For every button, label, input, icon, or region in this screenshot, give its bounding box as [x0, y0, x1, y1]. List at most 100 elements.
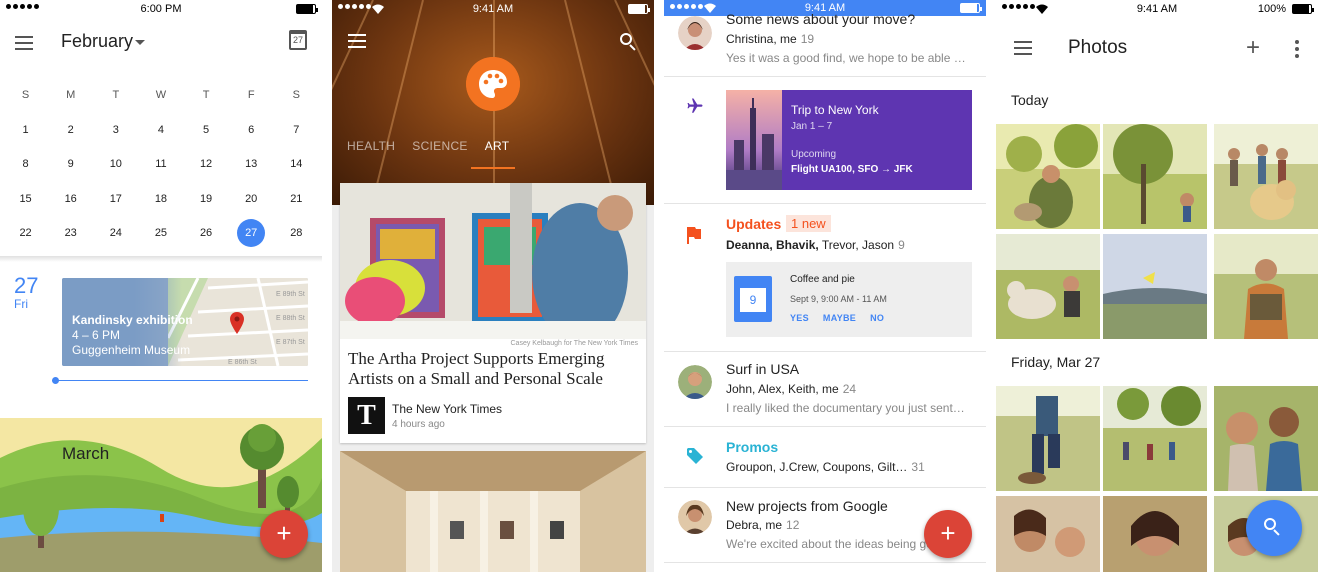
day-cell[interactable]: 6 — [229, 124, 274, 136]
map-street-label: E 88th St — [276, 315, 305, 322]
article-source[interactable]: The New York Times — [392, 402, 502, 416]
active-tab-indicator — [471, 167, 515, 169]
day-cell[interactable]: 13 — [229, 158, 274, 170]
battery-icon — [1292, 4, 1314, 14]
day-cell-selected[interactable]: 27 — [229, 219, 274, 248]
wifi-icon — [704, 3, 716, 13]
day-cell[interactable]: 24 — [93, 227, 138, 239]
photo-thumbnail[interactable] — [1214, 124, 1318, 229]
day-cell[interactable]: 11 — [138, 158, 183, 170]
day-cell[interactable]: 23 — [48, 227, 93, 239]
section-label: Today — [1011, 92, 1049, 108]
article-card[interactable]: Casey Kelbaugh for The New York Times Th… — [340, 183, 646, 443]
photo-thumbnail[interactable] — [996, 386, 1100, 491]
day-cell[interactable]: 25 — [138, 227, 183, 239]
day-cell[interactable]: 9 — [48, 158, 93, 170]
avatar — [678, 500, 712, 534]
thread-snippet: Yes it was a good find, we hope to be ab… — [726, 51, 966, 65]
selected-day-label: 27 — [237, 219, 266, 248]
photo-thumbnail[interactable] — [996, 496, 1100, 572]
trip-details: Trip to New York Jan 1 – 7 Upcoming Flig… — [791, 103, 913, 175]
caret-down-icon[interactable] — [135, 40, 145, 45]
message-count: 31 — [911, 460, 925, 474]
promos-bundle[interactable]: Groupon, J.Crew, Coupons, Gilt… 31 — [664, 427, 986, 488]
tab-art[interactable]: ART — [485, 139, 510, 153]
day-cell[interactable]: 14 — [274, 158, 319, 170]
day-cell[interactable]: 26 — [184, 227, 229, 239]
day-cell[interactable]: 2 — [48, 124, 93, 136]
status-bar: 6:00 PM — [0, 0, 322, 18]
day-cell[interactable]: 16 — [48, 193, 93, 205]
photo-thumbnail[interactable] — [1103, 234, 1207, 339]
day-cell[interactable]: 10 — [93, 158, 138, 170]
today-icon[interactable]: 27 — [289, 30, 307, 50]
day-cell[interactable]: 4 — [138, 124, 183, 136]
trip-title: Trip to New York — [791, 103, 879, 117]
day-cell[interactable]: 3 — [93, 124, 138, 136]
calendar-screen: 6:00 PM February 27 S M T W T F S 1 2 3 … — [0, 0, 322, 572]
invitation-card[interactable]: 9 Coffee and pie Sept 9, 9:00 AM - 11 AM… — [726, 262, 972, 337]
article-card[interactable] — [340, 451, 646, 572]
more-options-icon[interactable] — [1295, 40, 1299, 58]
day-cell[interactable]: 1 — [3, 124, 48, 136]
day-cell[interactable]: 19 — [184, 193, 229, 205]
email-thread[interactable]: Surf in USA John, Alex, Keith, me 24 I re… — [664, 352, 986, 427]
event-date: 27 Fri — [14, 275, 38, 312]
day-cell[interactable]: 15 — [3, 193, 48, 205]
email-thread[interactable]: Some news about your move? Christina, me… — [664, 11, 986, 77]
photo-credit: Casey Kelbaugh for The New York Times — [510, 340, 639, 347]
photo-thumbnail[interactable] — [1214, 234, 1318, 339]
map-pin-icon — [230, 312, 244, 334]
senders-names: Groupon, J.Crew, Coupons, Gilt… — [726, 460, 908, 474]
day-cell[interactable]: 7 — [274, 124, 319, 136]
event-card[interactable]: E 89th St E 88th St E 87th St E 86th St … — [62, 278, 308, 366]
rsvp-maybe-button[interactable]: MAYBE — [823, 313, 856, 323]
trip-flight: Flight UA100, SFO → JFK — [791, 164, 913, 175]
photo-thumbnail[interactable] — [996, 124, 1100, 229]
thread-participants: Christina, me 19 — [726, 32, 814, 46]
message-count: 9 — [898, 238, 905, 252]
wifi-icon — [372, 4, 384, 14]
compose-button[interactable]: + — [924, 510, 972, 558]
invitation-title: Coffee and pie — [790, 274, 855, 285]
day-cell[interactable]: 18 — [138, 193, 183, 205]
rsvp-yes-button[interactable]: YES — [790, 313, 809, 323]
day-cell[interactable]: 22 — [3, 227, 48, 239]
thread-subject: New projects from Google — [726, 498, 888, 514]
tab-science[interactable]: SCIENCE — [412, 139, 467, 153]
day-cell[interactable]: 5 — [184, 124, 229, 136]
search-button[interactable] — [1246, 500, 1302, 556]
battery-icon — [628, 4, 650, 14]
photo-thumbnail[interactable] — [996, 234, 1100, 339]
day-cell[interactable]: 20 — [229, 193, 274, 205]
month-selector[interactable]: February — [61, 31, 133, 52]
photo-thumbnail[interactable] — [1103, 124, 1207, 229]
article-title[interactable]: The Artha Project Supports Emerging Arti… — [348, 349, 638, 389]
menu-icon[interactable] — [1014, 41, 1032, 55]
photo-thumbnail[interactable] — [1103, 386, 1207, 491]
month-grid: S M T W T F S 1 2 3 4 5 6 7 8 9 10 11 12… — [3, 78, 319, 251]
photo-thumbnail[interactable] — [1103, 496, 1207, 572]
add-event-button[interactable]: + — [260, 510, 308, 558]
day-cell[interactable]: 8 — [3, 158, 48, 170]
hero-beam — [564, 0, 612, 185]
divider — [0, 256, 322, 262]
day-cell[interactable]: 12 — [184, 158, 229, 170]
tab-health[interactable]: HEALTH — [347, 139, 395, 153]
photo-thumbnail[interactable] — [1214, 386, 1318, 491]
day-cell[interactable]: 17 — [93, 193, 138, 205]
month-banner-label: March — [62, 444, 110, 463]
invitation-day: 9 — [740, 288, 766, 312]
menu-icon[interactable] — [15, 36, 33, 50]
trip-card[interactable]: Trip to New York Jan 1 – 7 Upcoming Flig… — [726, 90, 972, 190]
source-logo: T — [348, 397, 385, 434]
news-screen: 9:41 AM HEALTH SCIENCE ART Casey Kelbaug… — [332, 0, 654, 572]
menu-icon[interactable] — [348, 34, 366, 48]
rsvp-no-button[interactable]: NO — [870, 313, 884, 323]
day-cell[interactable]: 21 — [274, 193, 319, 205]
day-cell[interactable]: 28 — [274, 227, 319, 239]
add-icon[interactable]: + — [1246, 36, 1260, 60]
search-icon[interactable] — [620, 33, 638, 51]
article-time: 4 hours ago — [392, 419, 445, 430]
thread-snippet: I really liked the documentary you just … — [726, 401, 965, 415]
